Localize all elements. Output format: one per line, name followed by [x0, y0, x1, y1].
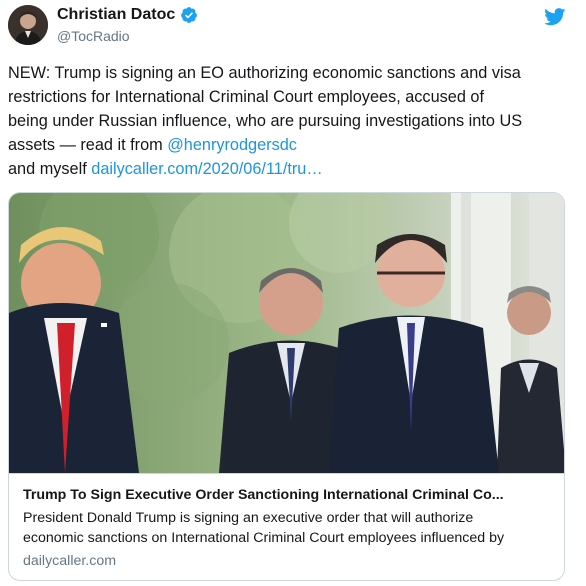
tweet-text-line: assets — read it from @henryrodgersdc [8, 133, 578, 157]
author-name-row[interactable]: Christian Datoc [57, 5, 198, 25]
author-handle[interactable]: @TocRadio [57, 27, 130, 45]
tweet-text: NEW: Trump is signing an EO authorizing … [8, 61, 578, 181]
mention-link[interactable]: @henryrodgersdc [167, 136, 297, 154]
card-title[interactable]: Trump To Sign Executive Order Sanctionin… [23, 485, 552, 505]
twitter-bird-icon[interactable] [544, 8, 566, 26]
tweet-text-line: NEW: Trump is signing an EO authorizing … [8, 64, 521, 82]
card-domain[interactable]: dailycaller.com [23, 551, 552, 571]
tweet: Christian Datoc @TocRadio NEW: Trump is … [0, 0, 586, 586]
link-preview-card[interactable]: Trump To Sign Executive Order Sanctionin… [8, 192, 565, 581]
card-description-line: President Donald Trump is signing an exe… [23, 510, 474, 526]
card-text[interactable]: Trump To Sign Executive Order Sanctionin… [9, 473, 564, 580]
avatar[interactable] [8, 5, 48, 45]
tweet-text-line: being under Russian influence, who are p… [8, 112, 523, 130]
article-url-link[interactable]: dailycaller.com/2020/06/11/tru… [91, 160, 322, 178]
author-name[interactable]: Christian Datoc [57, 5, 175, 25]
tweet-text-line: and myself dailycaller.com/2020/06/11/tr… [8, 157, 578, 181]
tweet-text-segment: assets — read it from [8, 136, 168, 154]
tweet-text-line: restrictions for International Criminal … [8, 88, 484, 106]
card-description-line: economic sanctions on International Crim… [23, 530, 505, 546]
card-description: President Donald Trump is signing an exe… [23, 508, 552, 548]
verified-badge-icon [180, 6, 198, 24]
tweet-text-segment: and myself [8, 160, 92, 178]
card-image[interactable] [9, 193, 564, 473]
